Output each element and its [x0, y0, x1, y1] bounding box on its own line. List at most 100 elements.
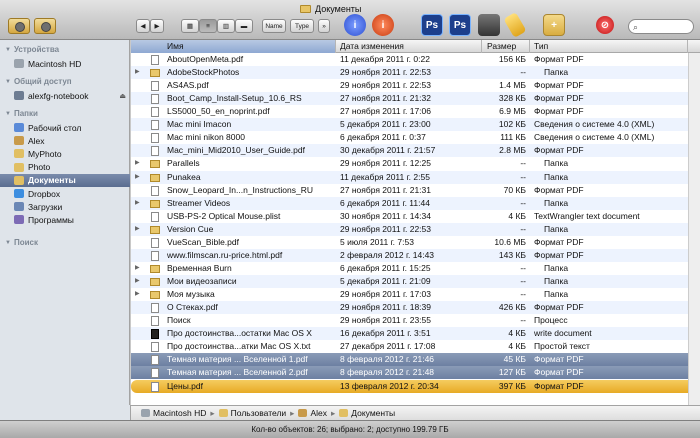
sidebar-item[interactable]: Alex [0, 134, 130, 147]
camera-icon[interactable] [8, 18, 30, 34]
stop-icon[interactable]: ⊘ [596, 16, 614, 34]
sidebar-item[interactable]: Загрузки [0, 200, 130, 213]
disclosure-triangle-icon[interactable]: ▶ [135, 288, 140, 301]
list-view-button[interactable]: ≡ [199, 19, 217, 33]
file-date: 30 декабря 2011 г. 21:57 [340, 145, 436, 156]
column-size-header[interactable]: Размер [482, 40, 530, 53]
eject-icon[interactable]: ⏏ [119, 92, 126, 100]
column-header: Имя Дата изменения Размер Тип [131, 40, 700, 53]
table-row[interactable]: Про достоинства...остатки Mac OS X 16 дек… [131, 327, 700, 341]
back-button[interactable]: ◀ [136, 19, 150, 33]
forward-button[interactable]: ▶ [150, 19, 164, 33]
table-row[interactable]: ▶ Streamer Videos 6 декабря 2011 г. 11:44 -… [131, 196, 700, 210]
column-kind-header[interactable]: Тип [530, 40, 688, 53]
table-row[interactable]: ▶ Punakea 11 декабря 2011 г. 2:55 -- Папка [131, 170, 700, 184]
table-row[interactable]: Цены.pdf 13 февраля 2012 г. 20:34 397 КБ Фо… [131, 379, 700, 393]
table-row[interactable]: AS4AS.pdf 29 ноября 2011 г. 22:53 1.4 МБ Фо… [131, 79, 700, 92]
disclosure-triangle-icon[interactable]: ▼ [5, 79, 11, 85]
table-row[interactable]: USB-PS-2 Optical Mouse.plist 30 ноября 20… [131, 210, 700, 223]
table-row[interactable]: ▶ AdobeStockPhotos 29 ноября 2011 г. 22:53… [131, 66, 700, 80]
table-row[interactable]: Boot_Camp_Install-Setup_10.6_RS 27 ноября… [131, 92, 700, 106]
folder-icon [150, 225, 160, 234]
new-folder-icon[interactable]: + [543, 14, 565, 36]
table-row[interactable]: ▶ Временная Burn 6 декабря 2011 г. 15:25 --… [131, 262, 700, 275]
sidebar-item[interactable]: Рабочий стол [0, 121, 130, 134]
file-name: VueScan_Bible.pdf [167, 236, 239, 247]
disclosure-triangle-icon[interactable]: ▶ [135, 262, 140, 275]
photoshop-icon-2[interactable]: Ps [449, 14, 471, 36]
sidebar-group-title[interactable]: ▼ Общий доступ [5, 77, 72, 86]
sidebar-item[interactable]: Dropbox [0, 187, 130, 200]
table-row[interactable]: Mac mini Imacon 5 декабря 2011 г. 23:00 10… [131, 118, 700, 132]
table-row[interactable]: AboutOpenMeta.pdf 11 декабря 2011 г. 0:22… [131, 53, 700, 66]
disclosure-triangle-icon[interactable]: ▼ [5, 240, 11, 246]
folder-icon [150, 173, 160, 182]
table-row[interactable]: Mac mini nikon 8000 6 декабря 2011 г. 0:3… [131, 131, 700, 144]
file-date: 29 ноября 2011 г. 12:25 [340, 158, 432, 169]
sidebar-item-label: Dropbox [28, 188, 61, 199]
sort-type-button[interactable]: Type [290, 19, 314, 33]
toolbar-overflow-button[interactable]: » [318, 19, 330, 33]
folder-icon [150, 160, 160, 169]
table-row[interactable]: ▶ Version Cue 29 ноября 2011 г. 22:53 -- Пап… [131, 222, 700, 236]
icon-view-button[interactable]: ▦ [181, 19, 199, 33]
column-view-button[interactable]: ▥ [217, 19, 235, 33]
table-row[interactable]: LS5000_50_en_noprint.pdf 27 ноября 2011 г… [131, 105, 700, 118]
sidebar-item[interactable]: MyPhoto [0, 147, 130, 160]
disclosure-triangle-icon[interactable]: ▼ [5, 47, 11, 53]
downloads-icon [14, 202, 24, 212]
file-date: 29 ноября 2011 г. 23:55 [340, 315, 432, 326]
table-row[interactable]: Темная материя ... Вселенной 2.pdf 8 февр… [131, 366, 700, 380]
table-row[interactable]: ▶ Мои видеозаписи 5 декабря 2011 г. 21:09 -… [131, 275, 700, 289]
file-date: 29 ноября 2011 г. 22:53 [340, 223, 432, 234]
column-date-header[interactable]: Дата изменения [336, 40, 482, 53]
path-segment[interactable]: Alex [298, 408, 327, 418]
sidebar-item[interactable]: alexfg-notebook ⏏ [0, 89, 130, 102]
photoshop-icon[interactable]: Ps [421, 14, 443, 36]
table-row[interactable]: Поиск 29 ноября 2011 г. 23:55 -- Процесс [131, 314, 700, 327]
disclosure-triangle-icon[interactable]: ▶ [135, 223, 140, 236]
disclosure-triangle-icon[interactable]: ▶ [135, 275, 140, 288]
disclosure-triangle-icon[interactable]: ▶ [135, 197, 140, 210]
sidebar-item[interactable]: Photo [0, 161, 130, 174]
table-row[interactable]: О Стеках.pdf 29 ноября 2011 г. 18:39 426 К… [131, 301, 700, 315]
table-row[interactable]: Про достоинства...атки Mac OS X.txt 27 де… [131, 340, 700, 353]
info-orange-icon[interactable]: i [372, 14, 394, 36]
table-row[interactable]: ▶ Parallels 29 ноября 2011 г. 12:25 -- Папка [131, 157, 700, 170]
table-row[interactable]: www.filmscan.ru-price.html.pdf 2 февраля … [131, 248, 700, 262]
tag-icon[interactable] [503, 11, 527, 39]
table-row[interactable]: ▶ Моя музыка 29 ноября 2011 г. 17:03 -- Папк… [131, 288, 700, 301]
file-name: www.filmscan.ru-price.html.pdf [167, 249, 283, 260]
preview-icon[interactable] [478, 14, 500, 36]
camera-icon-2[interactable] [34, 18, 56, 34]
disclosure-triangle-icon[interactable]: ▶ [135, 66, 140, 79]
coverflow-button[interactable]: ▬ [235, 19, 253, 33]
path-segment[interactable]: Macintosh HD [141, 408, 206, 418]
path-segment[interactable]: Документы [339, 408, 395, 418]
table-row[interactable]: Mac_mini_Mid2010_User_Guide.pdf 30 декабр… [131, 144, 700, 158]
file-kind: Папка [544, 276, 569, 287]
disclosure-triangle-icon[interactable]: ▶ [135, 171, 140, 184]
info-blue-icon[interactable]: i [344, 14, 366, 36]
path-segment[interactable]: Пользователи [218, 408, 286, 418]
disclosure-triangle-icon[interactable]: ▶ [135, 157, 140, 170]
sidebar-group-title[interactable]: ▼ Поиск [5, 238, 38, 247]
file-size: 156 КБ [498, 54, 526, 64]
scrollbar[interactable] [688, 53, 700, 405]
sidebar-group-title[interactable]: ▼ Папки [5, 109, 38, 118]
disclosure-triangle-icon[interactable]: ▼ [5, 111, 11, 117]
file-kind: Папка [544, 289, 569, 300]
column-name-header[interactable]: Имя [131, 40, 336, 53]
table-row[interactable]: Snow_Leopard_In...n_Instructions_RU 27 но… [131, 184, 700, 197]
sidebar-item[interactable]: Документы [0, 173, 130, 187]
sort-name-button[interactable]: Name [262, 19, 286, 33]
sidebar-item[interactable]: Macintosh HD [0, 57, 130, 70]
table-row[interactable]: VueScan_Bible.pdf 5 июля 2011 г. 7:53 10.6… [131, 236, 700, 249]
file-kind: Сведения о системе 4.0 (XML) [534, 132, 655, 143]
document-icon [151, 329, 159, 340]
sidebar-item[interactable]: Программы [0, 213, 130, 226]
search-field[interactable]: ⌕ [628, 19, 694, 34]
sidebar-item-label: Alex [28, 135, 45, 146]
sidebar-group-title[interactable]: ▼ Устройства [5, 45, 59, 54]
table-row[interactable]: Темная материя ... Вселенной 1.pdf 8 февр… [131, 353, 700, 367]
